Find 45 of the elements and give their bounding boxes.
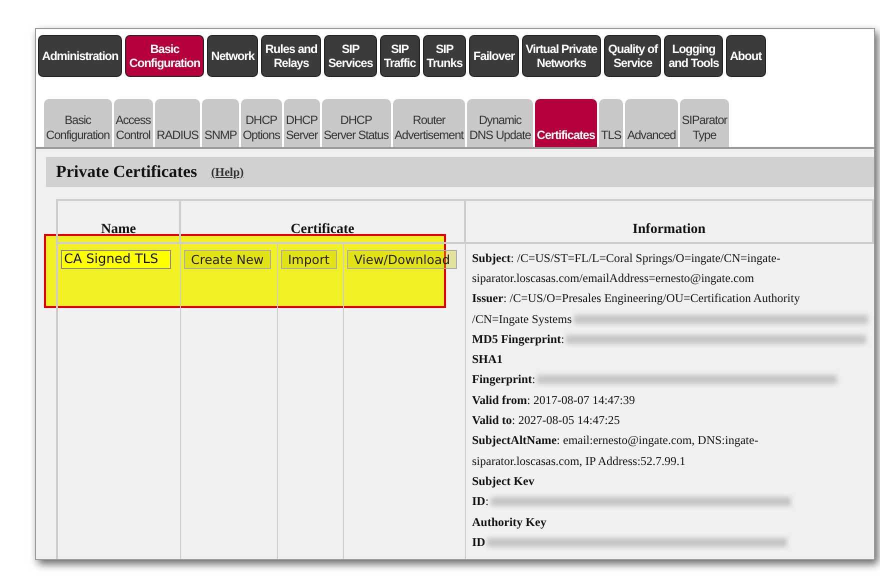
sub-tab[interactable]: Basic Configuration (44, 99, 112, 147)
section-title: Private Certificates (56, 162, 198, 182)
info-text: Subject: /C=US/ST=FL/L=Coral Springs/O=ingate/CN=ingate- (472, 250, 781, 266)
name-field[interactable]: CA Signed TLS (61, 250, 171, 269)
info-text: Valid to: 2027-08-05 14:47:25 (472, 413, 620, 428)
main-tab[interactable]: Basic Configuration (125, 35, 204, 77)
help-link[interactable]: (Help) (211, 164, 244, 180)
main-tab[interactable]: About (726, 35, 766, 77)
info-text: ID: (472, 494, 489, 510)
sub-tab[interactable]: RADIUS (154, 99, 200, 147)
sub-tab[interactable]: Advanced (625, 99, 678, 147)
main-tab[interactable]: Rules and Relays (261, 35, 322, 77)
main-tab[interactable]: SIP Traffic (380, 35, 420, 77)
info-text: Authority Key (472, 514, 546, 530)
info-text: siparator.loscasas.com/emailAddress=ernesto@ingate.com (472, 270, 754, 286)
main-tab[interactable]: Failover (469, 35, 519, 77)
main-tab[interactable]: Administration (38, 35, 122, 77)
main-tab[interactable]: Virtual Private Networks (522, 35, 602, 77)
sub-tab[interactable]: DHCP Server (284, 99, 320, 147)
sub-tab[interactable]: Access Control (114, 99, 153, 147)
info-text: siparator.loscasas.com, IP Address:52.7.99.1 (472, 454, 686, 469)
sub-tab[interactable]: SIParator Type (680, 99, 730, 147)
info-text: ID (472, 534, 486, 550)
info-text: /CN=Ingate Systems (472, 312, 572, 327)
main-tab[interactable]: Network (207, 35, 258, 77)
sub-tab[interactable]: DHCP Server Status (322, 99, 391, 147)
sub-tab[interactable]: SNMP (202, 99, 239, 147)
main-tab[interactable]: SIP Trunks (422, 35, 466, 77)
main-tab[interactable]: SIP Services (324, 35, 377, 77)
info-text: Subject Kev (472, 474, 534, 489)
sub-tab[interactable]: Certificates (534, 99, 597, 147)
main-tab[interactable]: Quality of Service (604, 35, 662, 77)
column-header: Certificate (181, 199, 466, 244)
main-tab[interactable]: Logging and Tools (664, 35, 723, 77)
info-text: SubjectAltName: email:ernesto@ingate.com, DNS:ingate- (472, 433, 758, 448)
sub-tab[interactable]: Router Advertisement (392, 99, 466, 147)
sub-tab[interactable]: DHCP Options (240, 99, 282, 147)
sub-tab[interactable]: Dynamic DNS Update (467, 99, 533, 147)
info-text: Fingerprint: (472, 372, 536, 388)
info-text: Issuer: /C=US/O=Presales Engineering/OU=Certification Authority (472, 291, 800, 306)
info-text: SHA1 (472, 352, 503, 368)
column-header: Information (466, 199, 874, 244)
info-text: MD5 Fingerprint: (472, 332, 564, 347)
sub-tab[interactable]: TLS (598, 99, 624, 147)
info-text: Valid from: 2017-08-07 14:47:39 (472, 392, 636, 408)
